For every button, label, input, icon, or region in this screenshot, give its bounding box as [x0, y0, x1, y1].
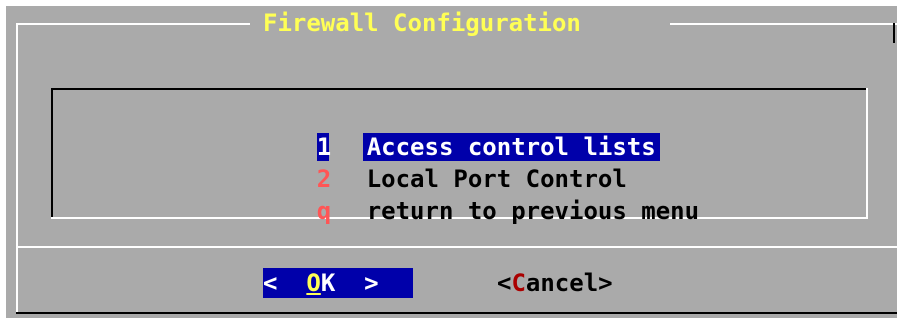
ok-button-hotkey: O — [306, 269, 321, 297]
cancel-button-right: > — [598, 269, 613, 297]
cancel-button-hotkey: C — [511, 269, 526, 297]
dialog-title: Firewall Configuration — [253, 8, 591, 38]
menu-box-top — [51, 88, 868, 90]
menu-item-access-control-lists[interactable]: 1 Access control lists — [224, 105, 660, 161]
ok-button-rest: K — [320, 269, 336, 297]
frame-left — [16, 23, 18, 313]
ok-button[interactable]: < OK > — [263, 268, 413, 298]
menu-item-label: return to previous menu — [366, 197, 700, 225]
frame-top-left — [16, 23, 250, 25]
cancel-button-left: < — [497, 269, 512, 297]
button-separator — [16, 246, 897, 248]
frame-right-top — [893, 23, 895, 43]
menu-item-local-port-control[interactable]: 2 Local Port Control — [224, 137, 631, 193]
ok-button-right: > — [335, 269, 379, 297]
frame-top-right — [670, 23, 897, 25]
cancel-button[interactable]: <Cancel> — [497, 268, 613, 298]
menu-box-right — [866, 88, 868, 219]
cancel-button-rest: ancel — [525, 269, 599, 297]
ok-button-left: < — [263, 269, 307, 297]
menu-item-tag: q — [316, 197, 332, 225]
firewall-dialog: Firewall Configuration 1 Access control l… — [6, 6, 897, 318]
frame-bottom — [16, 312, 897, 314]
menu-box-left — [51, 88, 53, 218]
menu-item-return[interactable]: q return to previous menu — [224, 169, 703, 225]
